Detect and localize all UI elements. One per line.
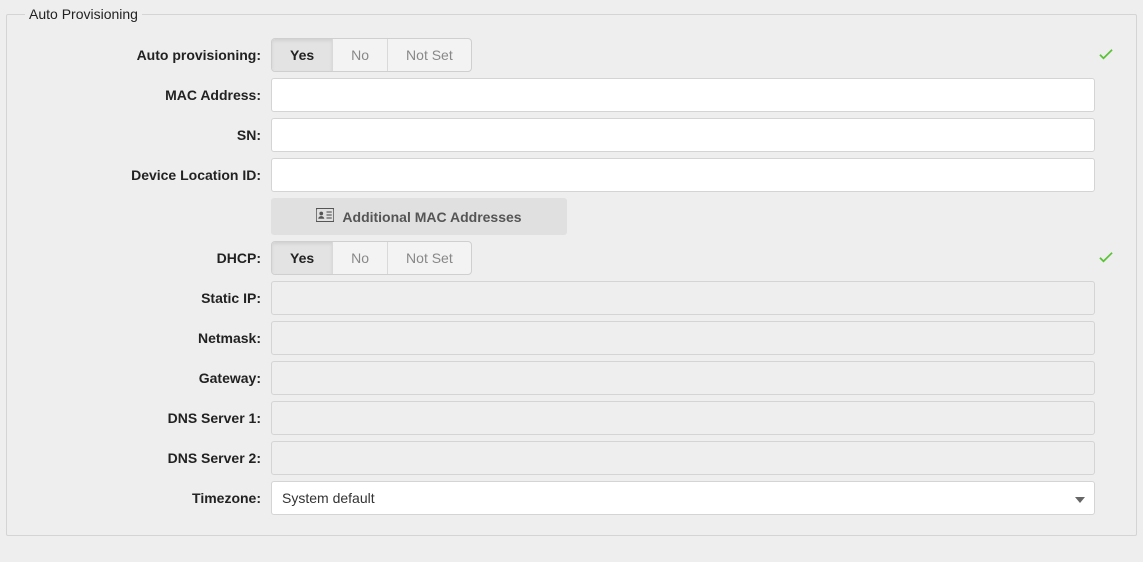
label-dns1: DNS Server 1: bbox=[25, 410, 271, 426]
fieldset-legend: Auto Provisioning bbox=[25, 6, 142, 22]
row-dns1: DNS Server 1: bbox=[25, 401, 1118, 435]
row-dhcp: DHCP: Yes No Not Set bbox=[25, 241, 1118, 275]
label-static-ip: Static IP: bbox=[25, 290, 271, 306]
label-timezone: Timezone: bbox=[25, 490, 271, 506]
mac-input[interactable] bbox=[271, 78, 1095, 112]
id-card-icon bbox=[316, 208, 334, 225]
auto-provisioning-yes-button[interactable]: Yes bbox=[272, 39, 333, 71]
auto-provisioning-fieldset: Auto Provisioning Auto provisioning: Yes… bbox=[6, 6, 1137, 536]
dhcp-no-button[interactable]: No bbox=[333, 242, 388, 274]
row-netmask: Netmask: bbox=[25, 321, 1118, 355]
auto-provisioning-no-button[interactable]: No bbox=[333, 39, 388, 71]
checkmark-icon bbox=[1096, 247, 1116, 270]
dns2-input bbox=[271, 441, 1095, 475]
additional-mac-label: Additional MAC Addresses bbox=[342, 209, 521, 225]
label-auto-provisioning: Auto provisioning: bbox=[25, 47, 271, 63]
label-mac: MAC Address: bbox=[25, 87, 271, 103]
timezone-select-wrap[interactable]: System default bbox=[271, 481, 1095, 515]
row-gateway: Gateway: bbox=[25, 361, 1118, 395]
sn-input[interactable] bbox=[271, 118, 1095, 152]
netmask-input bbox=[271, 321, 1095, 355]
row-sn: SN: bbox=[25, 118, 1118, 152]
dhcp-toggle: Yes No Not Set bbox=[271, 241, 472, 275]
label-gateway: Gateway: bbox=[25, 370, 271, 386]
auto-provisioning-toggle: Yes No Not Set bbox=[271, 38, 472, 72]
timezone-select[interactable]: System default bbox=[271, 481, 1095, 515]
gateway-input bbox=[271, 361, 1095, 395]
additional-mac-addresses-button[interactable]: Additional MAC Addresses bbox=[271, 198, 567, 235]
checkmark-icon bbox=[1096, 44, 1116, 67]
row-device-location-id: Device Location ID: bbox=[25, 158, 1118, 192]
device-location-id-input[interactable] bbox=[271, 158, 1095, 192]
row-additional-mac: Additional MAC Addresses bbox=[25, 198, 1118, 235]
label-dns2: DNS Server 2: bbox=[25, 450, 271, 466]
label-dhcp: DHCP: bbox=[25, 250, 271, 266]
dns1-input bbox=[271, 401, 1095, 435]
row-timezone: Timezone: System default bbox=[25, 481, 1118, 515]
label-sn: SN: bbox=[25, 127, 271, 143]
auto-provisioning-notset-button[interactable]: Not Set bbox=[388, 39, 471, 71]
static-ip-input bbox=[271, 281, 1095, 315]
row-dns2: DNS Server 2: bbox=[25, 441, 1118, 475]
row-auto-provisioning: Auto provisioning: Yes No Not Set bbox=[25, 38, 1118, 72]
label-netmask: Netmask: bbox=[25, 330, 271, 346]
label-device-location-id: Device Location ID: bbox=[25, 167, 271, 183]
row-mac: MAC Address: bbox=[25, 78, 1118, 112]
dhcp-yes-button[interactable]: Yes bbox=[272, 242, 333, 274]
row-static-ip: Static IP: bbox=[25, 281, 1118, 315]
dhcp-notset-button[interactable]: Not Set bbox=[388, 242, 471, 274]
